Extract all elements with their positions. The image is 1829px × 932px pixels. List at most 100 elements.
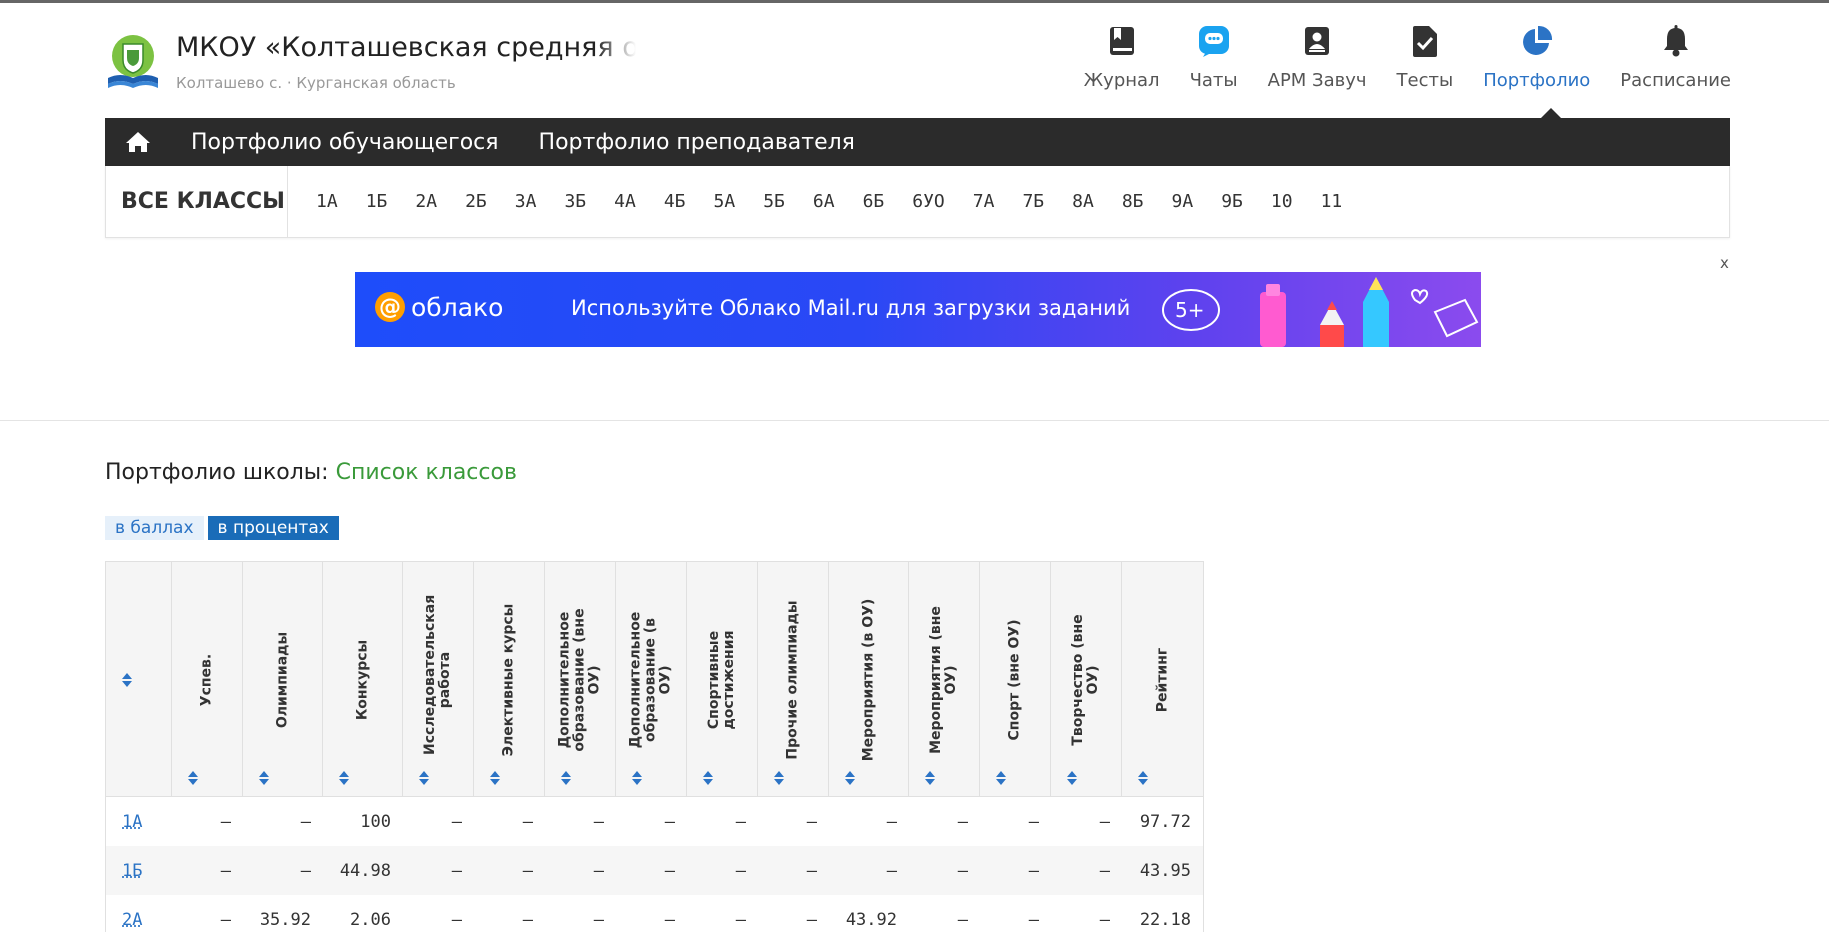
sort-arrows-icon[interactable]: [560, 770, 572, 785]
table-cell: 43.92: [845, 909, 897, 930]
topnav-portfolio[interactable]: Портфолио: [1483, 24, 1590, 91]
column-header-extra-edu-outside[interactable]: Дополнительное образование (вне ОУ): [545, 562, 616, 796]
table-cell: —: [957, 909, 968, 930]
sort-arrows-icon[interactable]: [1137, 770, 1149, 785]
column-header-olympiads[interactable]: Олимпиады: [243, 562, 323, 796]
column-header-extra-edu-inside[interactable]: Дополнительное образование (в ОУ): [616, 562, 687, 796]
class-cell: 1Б: [106, 861, 172, 881]
sort-arrows-icon[interactable]: [844, 770, 856, 785]
table-cell: 43.95: [1139, 860, 1191, 881]
column-header-research[interactable]: Исследовательская работа: [403, 562, 474, 796]
toggle-points[interactable]: в баллах: [105, 516, 204, 540]
sort-arrows-icon[interactable]: [1066, 770, 1078, 785]
topnav-tests-label: Тесты: [1396, 70, 1454, 91]
class-link[interactable]: 9А: [1172, 191, 1194, 212]
topnav-chats[interactable]: Чаты: [1190, 24, 1238, 91]
class-filter-bar: ВСЕ КЛАССЫ 1А 1Б 2А 2Б 3А 3Б 4А 4Б 5А 5Б…: [105, 166, 1730, 238]
class-row-link[interactable]: 1А: [122, 812, 142, 832]
sort-arrows-icon[interactable]: [121, 672, 133, 687]
school-name[interactable]: МКОУ «Колташевская средняя об: [176, 32, 636, 63]
topnav-tests[interactable]: Тесты: [1396, 24, 1454, 91]
sort-arrows-icon[interactable]: [995, 770, 1007, 785]
class-link[interactable]: 9Б: [1221, 191, 1243, 212]
teacher-portfolio-link[interactable]: Портфолио преподавателя: [539, 130, 855, 155]
column-header-rating[interactable]: Рейтинг: [1122, 562, 1203, 796]
sort-arrows-icon[interactable]: [258, 770, 270, 785]
class-list-link[interactable]: Список классов: [336, 460, 517, 485]
column-header-events-inside[interactable]: Мероприятия (в ОУ): [829, 562, 909, 796]
topnav-schedule[interactable]: Расписание: [1620, 24, 1731, 91]
table-cell: —: [806, 909, 817, 930]
class-link[interactable]: 3Б: [564, 191, 586, 212]
class-link[interactable]: 6Б: [863, 191, 885, 212]
column-header-sport-outside[interactable]: Спорт (вне ОУ): [980, 562, 1051, 796]
sort-arrows-icon[interactable]: [773, 770, 785, 785]
table-cell: —: [300, 811, 311, 832]
school-supplies-illustration: 5+: [1162, 277, 1479, 347]
column-header-other-olympiads[interactable]: Прочие олимпиады: [758, 562, 829, 796]
table-cell: —: [1099, 811, 1110, 832]
student-portfolio-link[interactable]: Портфолио обучающегося: [191, 130, 499, 155]
column-header-creativity-outside[interactable]: Творчество (вне ОУ): [1051, 562, 1122, 796]
table-body: 1А — — 100 — — — — — — — — — — 97.72 1Б — — 44.98 — — — — — — — — —…: [106, 797, 1203, 932]
class-link[interactable]: 8Б: [1122, 191, 1144, 212]
table-cell: —: [957, 811, 968, 832]
sort-arrows-icon[interactable]: [418, 770, 430, 785]
sort-arrows-icon[interactable]: [187, 770, 199, 785]
class-link[interactable]: 7Б: [1022, 191, 1044, 212]
school-logo[interactable]: [106, 34, 160, 90]
class-link[interactable]: 8А: [1072, 191, 1094, 212]
table-cell: —: [593, 860, 604, 881]
class-link[interactable]: 5А: [714, 191, 736, 212]
class-link[interactable]: 6А: [813, 191, 835, 212]
units-toggle: в баллах в процентах: [105, 516, 339, 540]
banner-close-button[interactable]: x: [1720, 254, 1729, 272]
column-header-contests[interactable]: Конкурсы: [323, 562, 403, 796]
table-cell: —: [451, 909, 462, 930]
chat-icon: [1198, 24, 1230, 58]
toggle-percent[interactable]: в процентах: [207, 516, 339, 540]
column-header-uspev[interactable]: Успев.: [172, 562, 243, 796]
column-header-label: Успев.: [198, 653, 215, 707]
all-classes-link[interactable]: ВСЕ КЛАССЫ: [106, 166, 288, 237]
table-cell: —: [522, 860, 533, 881]
class-link[interactable]: 11: [1321, 191, 1343, 212]
class-link[interactable]: 4А: [614, 191, 636, 212]
column-header-electives[interactable]: Элективные курсы: [474, 562, 545, 796]
sort-arrows-icon[interactable]: [631, 770, 643, 785]
table-cell: —: [1028, 811, 1039, 832]
sort-arrows-icon[interactable]: [924, 770, 936, 785]
table-cell: —: [1028, 909, 1039, 930]
class-row-link[interactable]: 2А: [122, 910, 142, 930]
column-header-row-select[interactable]: [106, 562, 172, 796]
table-cell: —: [593, 909, 604, 930]
banner-logo: @ облако: [375, 292, 503, 322]
table-cell: —: [220, 860, 231, 881]
class-link[interactable]: 7А: [973, 191, 995, 212]
class-link[interactable]: 6УО: [912, 191, 945, 212]
class-link[interactable]: 2А: [415, 191, 437, 212]
home-button[interactable]: [105, 118, 171, 166]
sort-arrows-icon[interactable]: [338, 770, 350, 785]
class-link[interactable]: 5Б: [763, 191, 785, 212]
ad-banner[interactable]: @ облако Используйте Облако Mail.ru для …: [355, 272, 1481, 347]
class-link[interactable]: 4Б: [664, 191, 686, 212]
column-header-sports-achievements[interactable]: Спортивные достижения: [687, 562, 758, 796]
topnav-schedule-label: Расписание: [1620, 70, 1731, 91]
table-cell: 44.98: [339, 860, 391, 881]
topnav-journal[interactable]: Журнал: [1084, 24, 1160, 91]
class-link[interactable]: 1Б: [366, 191, 388, 212]
class-link[interactable]: 2Б: [465, 191, 487, 212]
class-cell: 1А: [106, 812, 172, 832]
table-cell: —: [522, 909, 533, 930]
sort-arrows-icon[interactable]: [702, 770, 714, 785]
sort-arrows-icon[interactable]: [489, 770, 501, 785]
class-link[interactable]: 1А: [316, 191, 338, 212]
table-cell: —: [220, 909, 231, 930]
table-cell: —: [1099, 909, 1110, 930]
column-header-events-outside[interactable]: Мероприятия (вне ОУ): [909, 562, 980, 796]
class-row-link[interactable]: 1Б: [122, 861, 142, 881]
class-link[interactable]: 10: [1271, 191, 1293, 212]
class-link[interactable]: 3А: [515, 191, 537, 212]
topnav-arm-zavuch[interactable]: АРМ Завуч: [1268, 24, 1367, 91]
